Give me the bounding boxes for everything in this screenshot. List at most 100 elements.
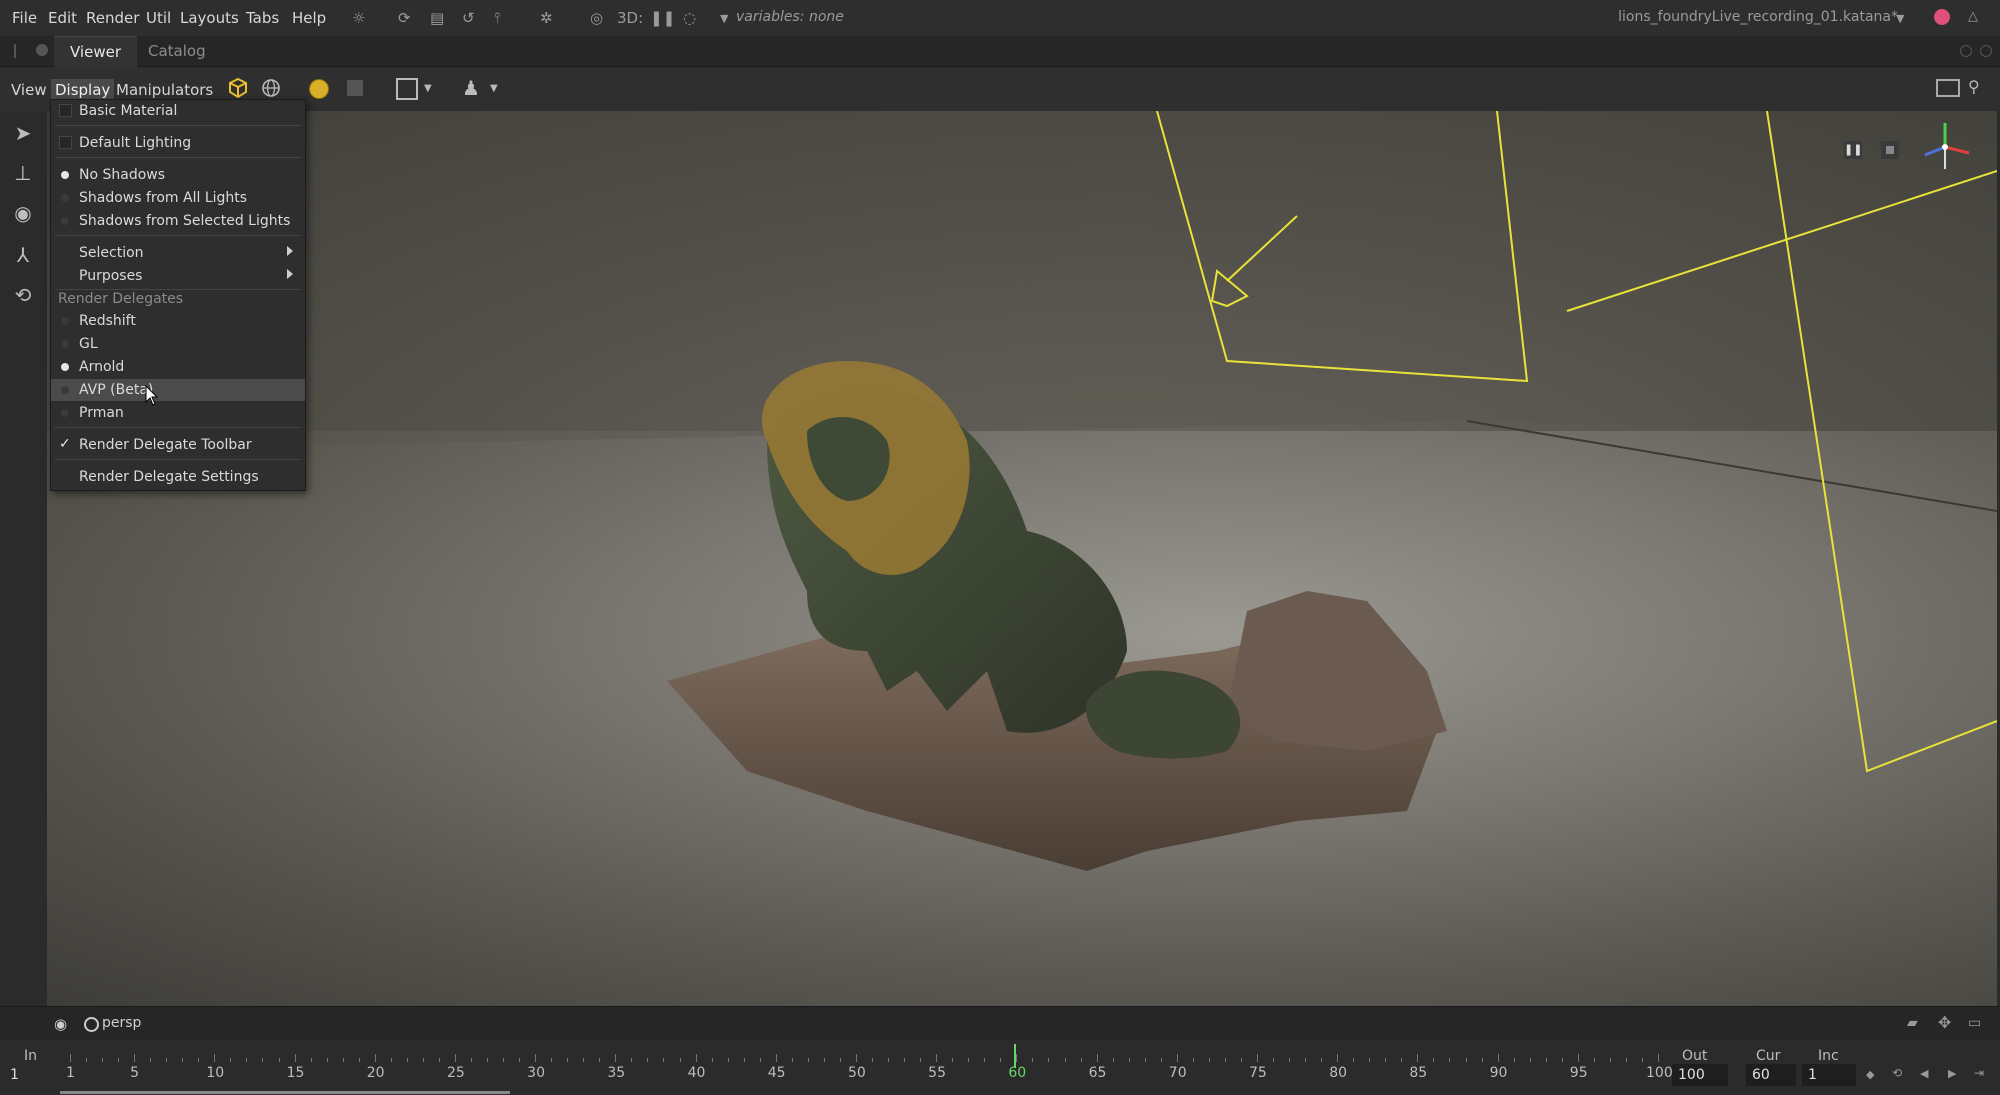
rotate-tool-icon[interactable]: ◉ <box>11 201 35 225</box>
timeline-ruler[interactable]: 1 5 10 15 20 25 30 35 40 45 50 55 60 65 70 75 80 85 90 95 10… <box>60 1040 1673 1095</box>
settings-icon[interactable]: ☼ <box>352 9 365 27</box>
menu-item-render-delegate-settings[interactable]: Render Delegate Settings <box>51 466 305 488</box>
out-field[interactable]: 100 <box>1672 1064 1728 1086</box>
timeline-tick <box>631 1058 633 1062</box>
loop-icon[interactable]: ⟲ <box>1892 1066 1902 1080</box>
cube-icon[interactable] <box>226 76 250 100</box>
menu-tabs[interactable]: Tabs <box>246 9 279 27</box>
timeline-tick <box>1144 1058 1146 1062</box>
menu-item-selection[interactable]: Selection <box>51 242 305 264</box>
stop-small-icon: ◌ <box>683 9 697 27</box>
viewport-layout-icon[interactable]: ▭ <box>1968 1015 1981 1031</box>
checker-icon[interactable] <box>347 80 363 96</box>
viewer-menu-view[interactable]: View <box>7 79 51 101</box>
menu-file[interactable]: File <box>12 9 37 27</box>
warning-icon[interactable]: △ <box>1968 9 1978 24</box>
menu-bar: File Edit Render Util Layouts Tabs Help … <box>0 0 2000 37</box>
pin-icon[interactable]: ⫯ <box>494 9 501 27</box>
camera-name-label[interactable]: persp <box>102 1015 141 1031</box>
select-tool-icon[interactable]: ➤ <box>11 121 35 145</box>
radio-icon <box>61 317 69 325</box>
step-forward-icon[interactable]: ⇥ <box>1974 1066 1984 1080</box>
project-file-title[interactable]: lions_foundryLive_recording_01.katana* <box>1618 9 1898 25</box>
menu-util[interactable]: Util <box>146 9 171 27</box>
variables-dropdown-icon[interactable]: ▼ <box>720 12 728 25</box>
inc-field[interactable]: 1 <box>1802 1064 1856 1086</box>
menu-item-default-lighting[interactable]: Default Lighting <box>51 132 305 154</box>
monitor-icon[interactable] <box>1936 79 1960 97</box>
menu-item-avp-beta[interactable]: AVP (Beta) <box>51 379 305 401</box>
variables-label[interactable]: variables: none <box>736 9 844 25</box>
frame-dropdown-icon[interactable]: ▼ <box>424 83 432 94</box>
checkmark-icon: ✓ <box>59 436 71 452</box>
stop-render-button[interactable] <box>1881 141 1899 159</box>
camera-user-icon[interactable]: ♟ <box>462 76 480 100</box>
shaded-sphere-icon[interactable] <box>309 79 329 99</box>
menu-separator <box>55 157 301 158</box>
current-frame-marker[interactable] <box>1014 1044 1016 1068</box>
timeline-tick <box>1160 1058 1162 1062</box>
tab-catalog[interactable]: Catalog <box>132 36 222 66</box>
pane-menu-icon[interactable] <box>36 44 48 56</box>
cur-field[interactable]: 60 <box>1746 1064 1796 1086</box>
bug-icon[interactable]: ✲ <box>540 9 553 27</box>
menu-item-shadows-all-lights[interactable]: Shadows from All Lights <box>51 187 305 209</box>
in-field[interactable]: 1 <box>10 1067 19 1083</box>
checkbox-icon <box>59 104 72 117</box>
close-pane-icon[interactable] <box>1980 45 1992 57</box>
play-back-icon[interactable]: ◀ <box>1920 1067 1928 1080</box>
globe-icon[interactable] <box>259 76 283 100</box>
menu-help[interactable]: Help <box>292 9 326 27</box>
menu-item-arnold[interactable]: Arnold <box>51 356 305 378</box>
timeline-tick <box>1128 1058 1130 1062</box>
menu-item-prman[interactable]: Prman <box>51 402 305 424</box>
record-icon[interactable] <box>1934 9 1950 25</box>
viewer-menu-display[interactable]: Display <box>51 79 115 101</box>
camera-settings-icon[interactable]: ▰ <box>1907 1015 1918 1031</box>
3d-viewport[interactable]: ❚❚ <box>47 111 1997 1006</box>
camera-icon[interactable] <box>84 1017 99 1032</box>
drag-handle-icon[interactable] <box>14 44 16 58</box>
timeline-tick <box>246 1058 248 1062</box>
pause-render-button[interactable]: ❚❚ <box>1844 141 1862 159</box>
menu-item-basic-material[interactable]: Basic Material <box>51 100 305 122</box>
translate-tool-icon[interactable]: ⊥ <box>11 161 35 185</box>
timeline-scrollbar[interactable] <box>60 1091 510 1094</box>
timeline-tick-label: 30 <box>527 1065 545 1081</box>
menu-item-gl[interactable]: GL <box>51 333 305 355</box>
menu-item-purposes[interactable]: Purposes <box>51 265 305 287</box>
timeline[interactable]: In 1 1 5 10 15 20 25 30 35 40 45 50 55 60 65 70 75 80 85 9… <box>0 1040 2000 1095</box>
menu-render[interactable]: Render <box>86 9 139 27</box>
timeline-tick-label: 100 <box>1646 1065 1673 1081</box>
pause-small-icon[interactable]: ❚❚ <box>650 9 675 27</box>
maximize-pane-icon[interactable] <box>1960 45 1972 57</box>
viewer-menu-manipulators[interactable]: Manipulators <box>112 79 217 101</box>
play-forward-icon[interactable]: ▶ <box>1948 1067 1956 1080</box>
tab-viewer[interactable]: Viewer <box>54 36 137 67</box>
undo-icon[interactable]: ↺ <box>462 9 475 27</box>
menu-item-shadows-selected-lights[interactable]: Shadows from Selected Lights <box>51 210 305 232</box>
menu-layouts[interactable]: Layouts <box>180 9 239 27</box>
menu-item-render-delegate-toolbar[interactable]: ✓ Render Delegate Toolbar <box>51 434 305 456</box>
frame-icon[interactable] <box>396 78 418 100</box>
timeline-tick <box>1401 1058 1403 1062</box>
refresh-icon[interactable]: ⟳ <box>398 9 411 27</box>
timeline-tick <box>1465 1058 1467 1062</box>
axis-gizmo-icon[interactable] <box>1917 119 1973 175</box>
radio-selected-icon <box>61 363 69 371</box>
menu-item-no-shadows[interactable]: No Shadows <box>51 164 305 186</box>
timeline-tick-label: 20 <box>366 1065 385 1081</box>
visibility-eye-icon[interactable]: ◉ <box>54 1015 67 1033</box>
render-icon[interactable]: ▤ <box>430 9 444 27</box>
view-options-icon[interactable]: ⚲ <box>1968 77 1980 96</box>
project-dropdown-icon[interactable]: ▼ <box>1896 12 1904 25</box>
scale-tool-icon[interactable]: ⅄ <box>11 243 35 267</box>
menu-item-redshift[interactable]: Redshift <box>51 310 305 332</box>
move-view-icon[interactable]: ✥ <box>1938 1013 1951 1032</box>
timeline-tick-label: 45 <box>767 1065 786 1081</box>
camera-dropdown-icon[interactable]: ▼ <box>490 83 498 94</box>
menu-edit[interactable]: Edit <box>48 9 77 27</box>
timeline-tick <box>1096 1054 1098 1062</box>
camera-orbit-tool-icon[interactable]: ⟲ <box>11 283 35 307</box>
key-icon[interactable]: ◆ <box>1866 1068 1874 1081</box>
